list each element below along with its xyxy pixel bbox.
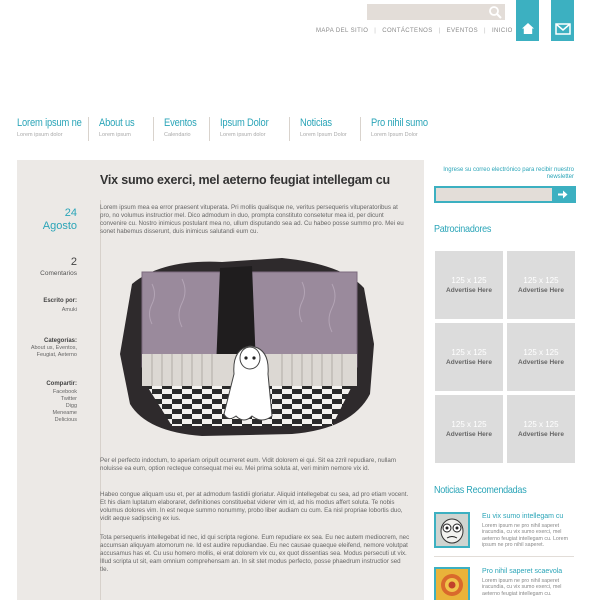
- ad-size-text: 125 x 125: [451, 348, 487, 357]
- nav-item-title: Pro nihil sumo: [371, 117, 428, 129]
- ad-label: Advertise Here: [446, 287, 492, 294]
- nav-item-subtitle: Lorem Ipsum Dolor: [371, 132, 418, 138]
- author-name[interactable]: Amuki: [62, 307, 77, 314]
- nav-item-subtitle: Lorem ipsum dolor: [17, 132, 63, 138]
- post-title[interactable]: Vix sumo exerci, mel aeterno feugiat int…: [100, 173, 390, 187]
- news-excerpt: Lorem ipsum ne pro nihil saperet iracund…: [482, 523, 568, 548]
- search-icon[interactable]: [488, 5, 502, 19]
- categories-line-1[interactable]: About us, Eventos,: [31, 345, 77, 352]
- share-delicious[interactable]: Delicious: [55, 417, 77, 424]
- nav-item-subtitle: Lorem Ipsum Dolor: [300, 132, 347, 138]
- news-thumbnail[interactable]: [434, 512, 470, 548]
- share-digg[interactable]: Digg: [66, 403, 77, 410]
- news-excerpt: Lorem ipsum ne pro nihil saperet iracund…: [482, 578, 562, 597]
- top-links: MAPA DEL SITIO | CONTÁCTENOS | EVENTOS | INICI…: [316, 28, 513, 34]
- ad-size-text: 125 x 125: [451, 420, 487, 429]
- nav-item-subtitle: Calendario: [164, 132, 191, 138]
- home-button[interactable]: [516, 0, 539, 41]
- nav-item-title: About us: [99, 117, 135, 129]
- nav-item-eventos[interactable]: Eventos Calendario: [164, 117, 210, 141]
- contact-link[interactable]: CONTÁCTENOS: [382, 28, 432, 34]
- mail-icon: [554, 23, 571, 35]
- ad-slot[interactable]: 125 x 125 Advertise Here: [435, 251, 503, 319]
- news-thumbnail[interactable]: [434, 567, 470, 600]
- ad-slot[interactable]: 125 x 125 Advertise Here: [507, 251, 575, 319]
- ad-label: Advertise Here: [518, 359, 564, 366]
- post-panel: Vix sumo exerci, mel aeterno feugiat int…: [17, 160, 424, 600]
- sponsors-heading: Patrocinadores: [434, 223, 492, 235]
- nav-item-title: Lorem ipsum ne: [17, 117, 82, 129]
- ad-size-text: 125 x 125: [523, 420, 559, 429]
- news-title[interactable]: Pro nihil saperet scaevola: [482, 568, 562, 575]
- ad-slot[interactable]: 125 x 125 Advertise Here: [507, 395, 575, 463]
- categories-label: Categorías:: [43, 338, 77, 344]
- comments-count[interactable]: 2: [71, 256, 77, 268]
- ad-size-text: 125 x 125: [523, 348, 559, 357]
- mail-button[interactable]: [551, 0, 574, 41]
- nav-item-noticias[interactable]: Noticias Lorem Ipsum Dolor: [300, 117, 361, 141]
- nav-item-subtitle: Lorem ipsum dolor: [220, 132, 266, 138]
- ad-slot[interactable]: 125 x 125 Advertise Here: [507, 323, 575, 391]
- nav-item-title: Noticias: [300, 117, 332, 129]
- spiral-flower-icon: [436, 569, 468, 600]
- nav-item-title: Eventos: [164, 117, 197, 129]
- news-title[interactable]: Eu vix sumo intellegam cu: [482, 513, 563, 520]
- nav-item-subtitle: Lorem ipsum: [99, 132, 131, 138]
- ad-slot[interactable]: 125 x 125 Advertise Here: [435, 395, 503, 463]
- nav-item-ipsum[interactable]: Ipsum Dolor Lorem ipsum dolor: [220, 117, 290, 141]
- post-paragraph: Habeo congue aliquam usu et, per at admo…: [100, 491, 409, 522]
- nav-item-pro-nihil[interactable]: Pro nihil sumo Lorem Ipsum Dolor: [371, 117, 435, 141]
- ad-slot[interactable]: 125 x 125 Advertise Here: [435, 323, 503, 391]
- nav-item-about[interactable]: About us Lorem ipsum: [99, 117, 154, 141]
- ad-size-text: 125 x 125: [451, 276, 487, 285]
- newsletter-form: [434, 186, 576, 203]
- newsletter-email-input[interactable]: [436, 188, 552, 201]
- cartoon-face-icon: [436, 514, 468, 546]
- sitemap-link[interactable]: MAPA DEL SITIO: [316, 28, 368, 34]
- nav-item-lorem[interactable]: Lorem ipsum ne Lorem ipsum dolor: [17, 117, 89, 141]
- share-label: Compartir:: [46, 381, 77, 387]
- author-label: Escrito por:: [43, 298, 77, 304]
- ad-label: Advertise Here: [446, 359, 492, 366]
- main-nav: Lorem ipsum ne Lorem ipsum dolor About u…: [17, 117, 445, 141]
- newsletter-submit-button[interactable]: [552, 188, 574, 201]
- post-paragraph: Per el perfecto indoctum, to aperiam ori…: [100, 457, 396, 472]
- events-link[interactable]: EVENTOS: [447, 28, 478, 34]
- ad-size-text: 125 x 125: [523, 276, 559, 285]
- home-link[interactable]: INICIO: [492, 28, 513, 34]
- home-icon: [521, 23, 534, 34]
- nav-item-title: Ipsum Dolor: [220, 117, 269, 129]
- comments-label[interactable]: Comentarios: [40, 270, 77, 277]
- share-facebook[interactable]: Facebook: [53, 389, 77, 396]
- share-twitter[interactable]: Twitter: [61, 396, 77, 403]
- post-illustration: [120, 258, 374, 436]
- news-divider: [434, 556, 574, 557]
- post-paragraph: Lorem ipsum mea ea error praesent vitupe…: [100, 204, 404, 235]
- post-paragraph: Tota persequeris intellegebat id nec, id…: [100, 534, 410, 573]
- search-input[interactable]: [367, 4, 505, 20]
- newsletter-text: Ingrese su correo electrónico para recib…: [443, 167, 574, 180]
- post-date-month: Agosto: [42, 220, 77, 232]
- post-date-day: 24: [64, 207, 77, 219]
- share-meneame[interactable]: Meneame: [53, 410, 77, 417]
- arrow-right-icon: [558, 190, 568, 199]
- ad-label: Advertise Here: [518, 431, 564, 438]
- recommended-news-heading: Noticias Recomendadas: [434, 484, 527, 496]
- categories-line-2[interactable]: Feugiat, Aeterno: [37, 352, 77, 359]
- ad-label: Advertise Here: [446, 431, 492, 438]
- ad-label: Advertise Here: [518, 287, 564, 294]
